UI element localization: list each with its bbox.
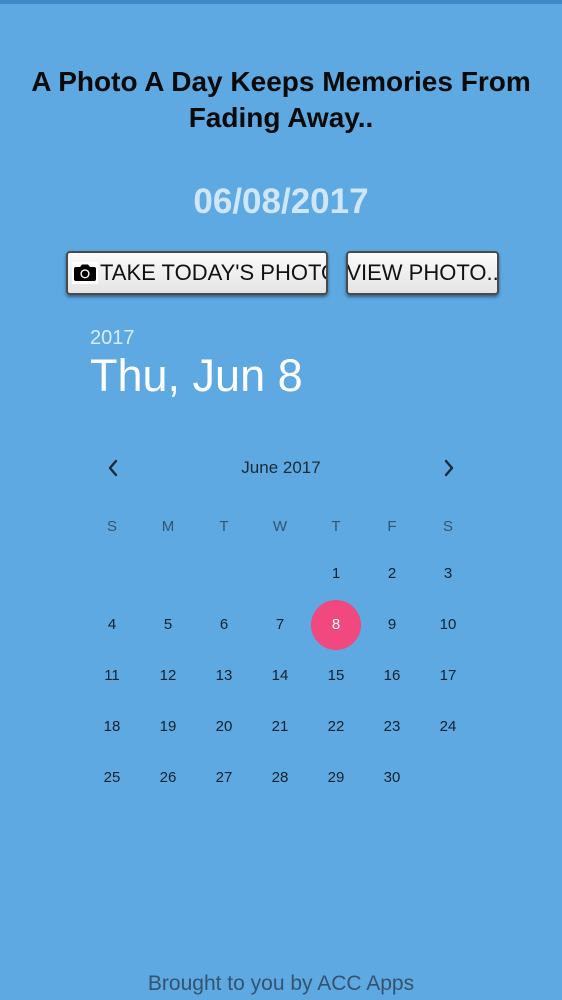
calendar-day[interactable]: 9 (364, 599, 420, 650)
calendar-day[interactable]: 15 (308, 650, 364, 701)
calendar-day-number: 26 (159, 769, 177, 786)
calendar-day-number: 3 (443, 565, 453, 582)
calendar-day-number: 22 (327, 718, 345, 735)
calendar-week-row: 11 12 13 14 15 16 17 (84, 650, 476, 701)
calendar-day-number: 12 (159, 667, 177, 684)
app-headline: A Photo A Day Keeps Memories From Fading… (31, 66, 531, 133)
calendar-day[interactable]: 4 (84, 599, 140, 650)
calendar-day[interactable]: 24 (420, 701, 476, 752)
picker-year[interactable]: 2017 (90, 327, 135, 350)
calendar-day[interactable]: 27 (196, 752, 252, 803)
calendar-day-number: 4 (107, 616, 117, 633)
calendar-day-number: 29 (327, 769, 345, 786)
calendar-day-number: 14 (271, 667, 289, 684)
calendar-day-number: 23 (383, 718, 401, 735)
calendar-day-number: 7 (275, 616, 285, 633)
calendar-day-number: 9 (387, 616, 397, 633)
calendar-day[interactable]: 1 (308, 548, 364, 599)
calendar-empty-cell (196, 548, 252, 599)
weekday-label: S (442, 518, 453, 535)
calendar-day[interactable]: 26 (140, 752, 196, 803)
calendar-empty-cell (420, 752, 476, 803)
calendar-day-number: 13 (215, 667, 233, 684)
calendar-day[interactable]: 10 (420, 599, 476, 650)
calendar-day-number: 1 (331, 565, 341, 582)
calendar-day[interactable]: 23 (364, 701, 420, 752)
next-month-button[interactable] (437, 456, 461, 480)
calendar-day-number: 25 (103, 769, 121, 786)
calendar-day-number: 18 (103, 718, 121, 735)
calendar-day-number: 8 (311, 600, 361, 650)
calendar-day[interactable]: 28 (252, 752, 308, 803)
calendar-day-number: 5 (163, 616, 173, 633)
calendar-weeks: 1 2 3 4 5 6 7 8 9 10 11 12 13 14 15 16 17 18 19 20 21 22 23 24 2… (84, 548, 476, 803)
calendar-week-row: 18 19 20 21 22 23 24 (84, 701, 476, 752)
calendar-day[interactable]: 19 (140, 701, 196, 752)
calendar-week-row: 25 26 27 28 29 30 (84, 752, 476, 803)
calendar-week-row: 1 2 3 (84, 548, 476, 599)
calendar-empty-cell (84, 548, 140, 599)
weekday-label: S (106, 518, 117, 535)
calendar-day-number: 19 (159, 718, 177, 735)
weekday-label: T (331, 518, 341, 535)
calendar-day[interactable]: 21 (252, 701, 308, 752)
view-photo-button[interactable]: VIEW PHOTO.. (346, 251, 499, 295)
calendar-day-selected[interactable]: 8 (308, 599, 364, 650)
calendar-day[interactable]: 16 (364, 650, 420, 701)
weekday-label: W (272, 518, 288, 535)
calendar-grid: S M T W T F S 1 2 3 4 5 6 7 8 9 10 11 12 13 14 15 16 17 1… (84, 510, 476, 803)
calendar-day-number: 30 (383, 769, 401, 786)
calendar-day-number: 17 (439, 667, 457, 684)
calendar-empty-cell (140, 548, 196, 599)
take-photo-label: TAKE TODAY'S PHOTO (100, 260, 328, 285)
calendar-day-number: 27 (215, 769, 233, 786)
take-todays-photo-button[interactable]: TAKE TODAY'S PHOTO (66, 251, 328, 295)
calendar-day[interactable]: 22 (308, 701, 364, 752)
calendar-day-number: 15 (327, 667, 345, 684)
calendar-day[interactable]: 11 (84, 650, 140, 701)
calendar-day[interactable]: 25 (84, 752, 140, 803)
picker-selected-date[interactable]: Thu, Jun 8 (90, 350, 303, 402)
calendar-day-number: 24 (439, 718, 457, 735)
month-title: June 2017 (241, 458, 321, 477)
calendar-day[interactable]: 17 (420, 650, 476, 701)
weekday-header: S M T W T F S (84, 510, 476, 548)
calendar-day[interactable]: 3 (420, 548, 476, 599)
camera-icon (72, 262, 98, 284)
chevron-right-icon (444, 459, 454, 477)
calendar-day[interactable]: 14 (252, 650, 308, 701)
calendar-day[interactable]: 12 (140, 650, 196, 701)
view-photo-label: VIEW PHOTO.. (346, 260, 499, 285)
calendar-day[interactable]: 30 (364, 752, 420, 803)
calendar-empty-cell (252, 548, 308, 599)
status-bar-strip (0, 0, 562, 4)
calendar-day-number: 6 (219, 616, 229, 633)
current-date-display: 06/08/2017 (193, 182, 369, 221)
calendar-day[interactable]: 6 (196, 599, 252, 650)
calendar-day[interactable]: 18 (84, 701, 140, 752)
calendar-day[interactable]: 20 (196, 701, 252, 752)
weekday-label: M (161, 518, 175, 535)
footer-credit: Brought to you by ACC Apps (147, 972, 415, 995)
calendar-day-number: 2 (387, 565, 397, 582)
calendar-day[interactable]: 7 (252, 599, 308, 650)
calendar-day-number: 21 (271, 718, 289, 735)
weekday-label: T (219, 518, 229, 535)
calendar-day[interactable]: 13 (196, 650, 252, 701)
calendar-day[interactable]: 2 (364, 548, 420, 599)
calendar-day-number: 28 (271, 769, 289, 786)
weekday-label: F (387, 518, 397, 535)
calendar-day[interactable]: 5 (140, 599, 196, 650)
calendar-day-number: 11 (104, 667, 120, 684)
calendar-week-row: 4 5 6 7 8 9 10 (84, 599, 476, 650)
calendar-day-number: 20 (215, 718, 233, 735)
calendar-day[interactable]: 29 (308, 752, 364, 803)
calendar-day-number: 10 (439, 616, 457, 633)
calendar-day-number: 16 (383, 667, 401, 684)
